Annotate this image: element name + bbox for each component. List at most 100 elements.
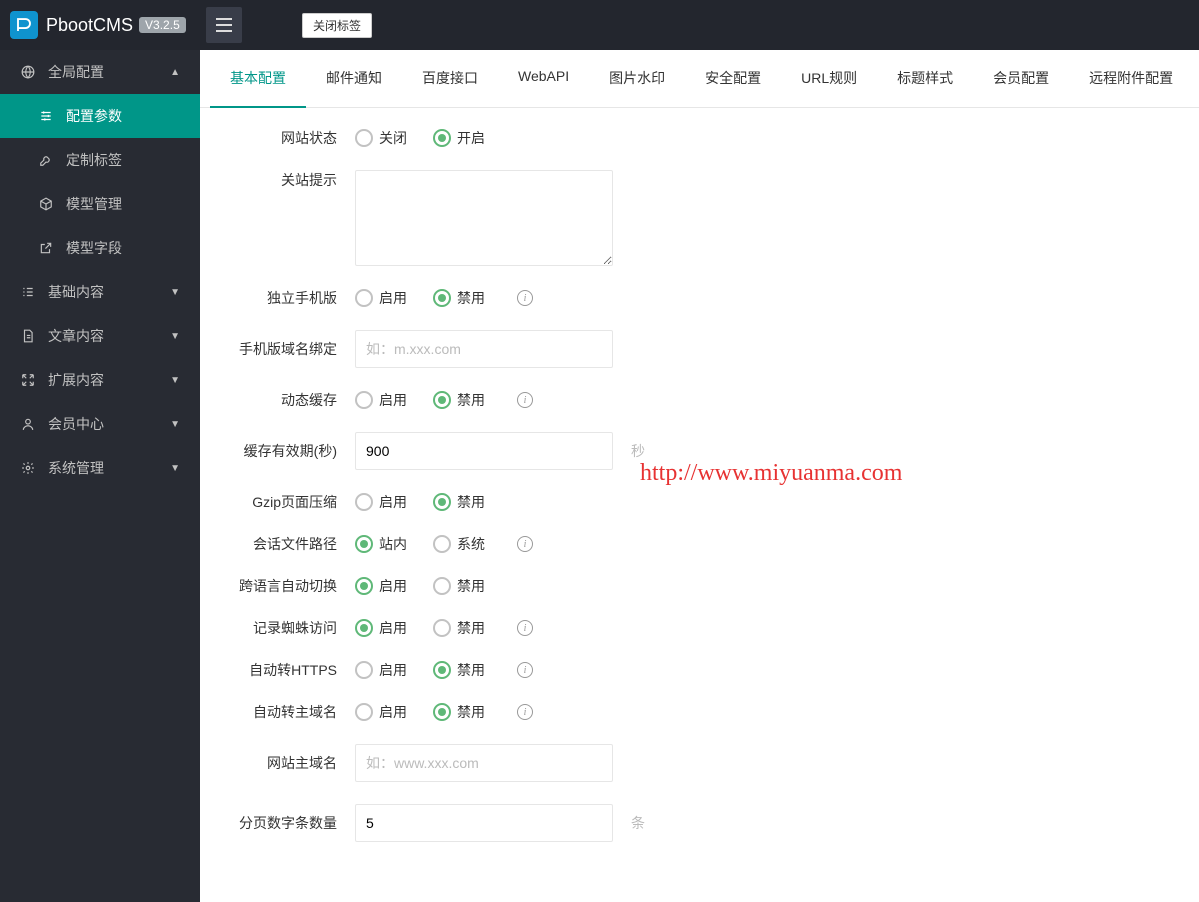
top-header: PbootCMS V3.2.5 关闭标签 [0, 0, 1199, 50]
chevron-down-icon: ▼ [170, 375, 180, 386]
sidebar-item-2[interactable]: 扩展内容 ▼ [0, 358, 200, 402]
gear-icon [20, 461, 36, 475]
sidebar-item-label: 扩展内容 [48, 370, 104, 390]
radio-enable[interactable]: 启用 [355, 660, 407, 680]
brand-name: PbootCMS [46, 15, 133, 36]
info-icon[interactable]: i [517, 392, 533, 408]
sidebar-subitem-3[interactable]: 模型字段 [0, 226, 200, 270]
input-suffix: 条 [631, 813, 645, 833]
sidebar-item-label: 配置参数 [66, 106, 122, 126]
tab-7[interactable]: 标题样式 [877, 50, 973, 107]
doc-icon [20, 329, 36, 343]
logo-icon [10, 11, 38, 39]
config-form: 网站状态关闭开启关站提示独立手机版启用禁用i手机版域名绑定动态缓存启用禁用i缓存… [200, 108, 1199, 884]
form-label: 动态缓存 [210, 390, 355, 410]
form-label: 网站主域名 [210, 753, 355, 773]
form-label: 关站提示 [210, 170, 355, 190]
form-label: 记录蜘蛛访问 [210, 618, 355, 638]
sidebar-item-label: 模型管理 [66, 194, 122, 214]
sidebar-item-label: 全局配置 [48, 62, 104, 82]
radio-other[interactable]: 禁用 [433, 660, 485, 680]
input-suffix: 秒 [631, 441, 645, 461]
radio-close[interactable]: 关闭 [355, 128, 407, 148]
radio-other[interactable]: 禁用 [433, 390, 485, 410]
form-label: 分页数字条数量 [210, 813, 355, 833]
info-icon[interactable]: i [517, 536, 533, 552]
chevron-down-icon: ▼ [170, 419, 180, 430]
tab-8[interactable]: 会员配置 [973, 50, 1069, 107]
globe-icon [20, 65, 36, 79]
info-icon[interactable]: i [517, 662, 533, 678]
sidebar-subitem-1[interactable]: 定制标签 [0, 138, 200, 182]
tab-1[interactable]: 邮件通知 [306, 50, 402, 107]
form-label: 缓存有效期(秒) [210, 441, 355, 461]
close-hint-textarea[interactable] [355, 170, 613, 266]
radio-enable[interactable]: 启用 [355, 288, 407, 308]
form-label: 会话文件路径 [210, 534, 355, 554]
version-badge: V3.2.5 [139, 17, 186, 33]
tab-3[interactable]: WebAPI [498, 50, 589, 107]
main-content: 基本配置邮件通知百度接口WebAPI图片水印安全配置URL规则标题样式会员配置远… [200, 50, 1199, 902]
chevron-down-icon: ▼ [170, 287, 180, 298]
cube-icon [38, 197, 54, 211]
radio-enable[interactable]: 启用 [355, 576, 407, 596]
radio-enable[interactable]: 启用 [355, 618, 407, 638]
text-input[interactable] [355, 330, 613, 368]
radio-enable[interactable]: 启用 [355, 492, 407, 512]
chevron-down-icon: ▼ [170, 331, 180, 342]
form-label: 独立手机版 [210, 288, 355, 308]
logo-area: PbootCMS V3.2.5 [10, 11, 200, 39]
form-label: 手机版域名绑定 [210, 339, 355, 359]
text-input[interactable] [355, 432, 613, 470]
chevron-up-icon: ▲ [170, 67, 180, 78]
radio-enable[interactable]: 启用 [355, 702, 407, 722]
chevron-down-icon: ▼ [170, 463, 180, 474]
wrench-icon [38, 153, 54, 167]
form-label: Gzip页面压缩 [210, 492, 355, 512]
user-icon [20, 417, 36, 431]
tab-4[interactable]: 图片水印 [589, 50, 685, 107]
text-input[interactable] [355, 804, 613, 842]
sidebar-subitem-2[interactable]: 模型管理 [0, 182, 200, 226]
tab-5[interactable]: 安全配置 [685, 50, 781, 107]
form-label: 自动转HTTPS [210, 660, 355, 680]
sidebar-item-0[interactable]: 基础内容 ▼ [0, 270, 200, 314]
sliders-icon [38, 109, 54, 123]
radio-enable[interactable]: 启用 [355, 390, 407, 410]
radio-site[interactable]: 站内 [355, 534, 407, 554]
text-input[interactable] [355, 744, 613, 782]
tab-6[interactable]: URL规则 [781, 50, 877, 107]
radio-other[interactable]: 禁用 [433, 618, 485, 638]
radio-other[interactable]: 开启 [433, 128, 485, 148]
radio-other[interactable]: 禁用 [433, 492, 485, 512]
sidebar-item-label: 会员中心 [48, 414, 104, 434]
sidebar-item-label: 基础内容 [48, 282, 104, 302]
sidebar-item-4[interactable]: 系统管理 ▼ [0, 446, 200, 490]
form-label: 跨语言自动切换 [210, 576, 355, 596]
tabs-bar: 基本配置邮件通知百度接口WebAPI图片水印安全配置URL规则标题样式会员配置远… [200, 50, 1199, 108]
sidebar-item-label: 系统管理 [48, 458, 104, 478]
menu-toggle-button[interactable] [206, 7, 242, 43]
tab-0[interactable]: 基本配置 [210, 50, 306, 108]
sidebar-submenu: 配置参数定制标签模型管理模型字段 [0, 94, 200, 270]
radio-other[interactable]: 禁用 [433, 288, 485, 308]
sidebar-item-1[interactable]: 文章内容 ▼ [0, 314, 200, 358]
sidebar-subitem-0[interactable]: 配置参数 [0, 94, 200, 138]
info-icon[interactable]: i [517, 704, 533, 720]
expand-icon [20, 373, 36, 387]
external-icon [38, 241, 54, 255]
sidebar: 全局配置 ▲ 配置参数定制标签模型管理模型字段 基础内容▼文章内容▼扩展内容▼会… [0, 50, 200, 902]
sidebar-item-label: 文章内容 [48, 326, 104, 346]
tab-9[interactable]: 远程附件配置 [1069, 50, 1193, 107]
radio-other[interactable]: 禁用 [433, 576, 485, 596]
sidebar-item-global[interactable]: 全局配置 ▲ [0, 50, 200, 94]
info-icon[interactable]: i [517, 620, 533, 636]
sidebar-item-label: 定制标签 [66, 150, 122, 170]
close-tabs-button[interactable]: 关闭标签 [302, 13, 372, 38]
info-icon[interactable]: i [517, 290, 533, 306]
tab-2[interactable]: 百度接口 [402, 50, 498, 107]
sidebar-item-3[interactable]: 会员中心 ▼ [0, 402, 200, 446]
radio-other[interactable]: 禁用 [433, 702, 485, 722]
radio-other[interactable]: 系统 [433, 534, 485, 554]
form-label: 自动转主域名 [210, 702, 355, 722]
